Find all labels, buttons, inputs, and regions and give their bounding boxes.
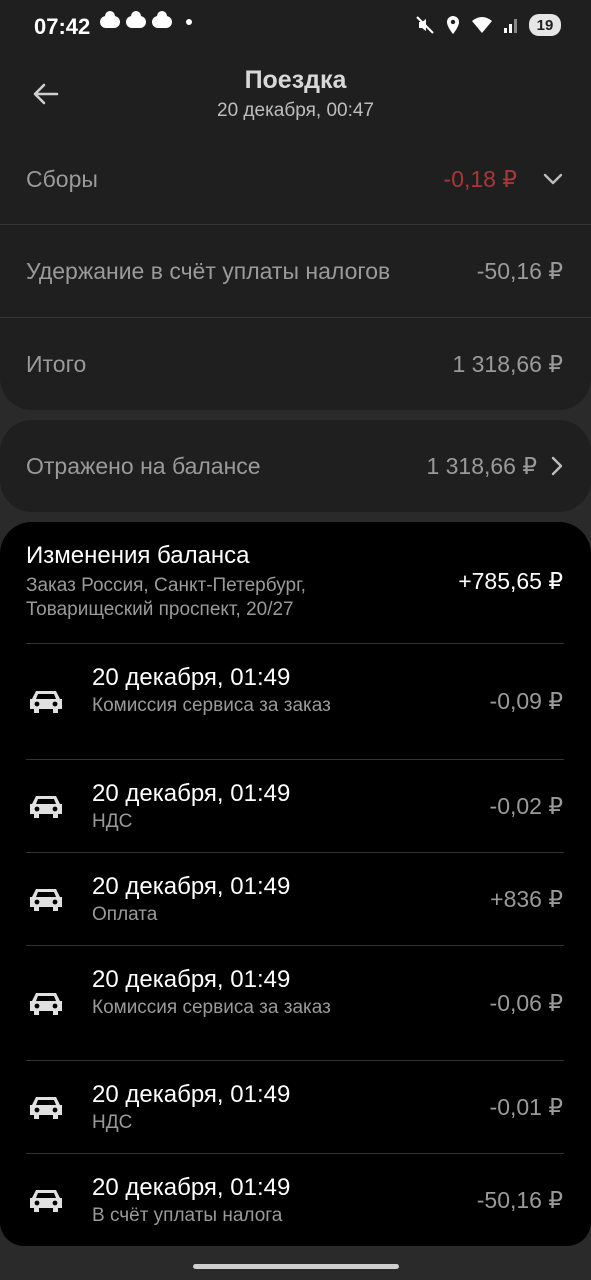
item-amount: +836 ₽ [490,886,563,912]
item-desc: Оплата [92,904,158,925]
item-amount: -0,09 ₽ [489,688,563,714]
item-date: 20 декабря, 01:49 [92,780,291,807]
taxi-car-icon [30,796,62,818]
header: Поездка 20 декабря, 00:47 [0,58,591,134]
item-desc: НДС [92,1112,133,1133]
status-weather-icons [100,11,192,28]
location-icon [447,16,459,34]
mute-icon [416,16,434,34]
wifi-icon [472,17,492,33]
signal-icon [504,19,517,33]
status-bar: 07:42 19 [0,0,591,58]
balance-changes-section: Изменения баланса Заказ Россия, Санкт-Пе… [0,522,591,1246]
fees-row[interactable]: Сборы -0,18 ₽ [0,134,591,224]
list-item[interactable]: 20 декабря, 01:49 В счёт уплаты налога -… [0,1154,591,1246]
item-desc: Комиссия сервиса за заказ [92,695,331,716]
list-item[interactable]: 20 декабря, 01:49 Оплата +836 ₽ [0,853,591,945]
fees-value: -0,18 ₽ [443,165,517,192]
order-address: Заказ Россия, Санкт-Петербург, Товарищес… [26,575,306,620]
page-title: Поездка [244,66,347,94]
balance-row[interactable]: Отражено на балансе 1 318,66 ₽ [0,420,591,512]
home-indicator[interactable] [193,1264,399,1269]
fees-label: Сборы [26,165,98,192]
summary-card: Сборы -0,18 ₽ Удержание в счёт уплаты на… [0,134,591,410]
status-time: 07:42 [34,14,91,39]
chevron-right-icon [551,456,563,476]
balance-value: 1 318,66 ₽ [426,452,537,479]
taxi-car-icon [30,691,62,713]
taxi-car-icon [30,889,62,911]
tax-hold-value: -50,16 ₽ [476,257,563,284]
list-item[interactable]: 20 декабря, 01:49 НДС -0,01 ₽ [0,1061,591,1153]
tax-hold-label: Удержание в счёт уплаты налогов [26,257,391,284]
total-label: Итого [26,350,87,377]
item-amount: -0,06 ₽ [489,990,563,1016]
cloud-sun-icon [126,11,146,28]
changes-title: Изменения баланса [26,542,250,569]
changes-total: +785,65 ₽ [458,568,563,594]
item-desc: НДС [92,811,133,832]
status-system-icons: 19 [415,14,561,36]
taxi-car-icon [30,993,62,1015]
balance-card[interactable]: Отражено на балансе 1 318,66 ₽ [0,420,591,512]
item-amount: -50,16 ₽ [476,1187,563,1213]
item-desc: В счёт уплаты налога [92,1205,283,1226]
list-item[interactable]: 20 декабря, 01:49 Комиссия сервиса за за… [0,644,591,759]
list-item[interactable]: 20 декабря, 01:49 НДС -0,02 ₽ [0,760,591,852]
total-row: Итого 1 318,66 ₽ [0,318,591,410]
item-desc: Комиссия сервиса за заказ [92,997,331,1018]
battery-icon: 19 [529,14,561,36]
total-value: 1 318,66 ₽ [452,350,563,377]
item-date: 20 декабря, 01:49 [92,873,291,900]
item-date: 20 декабря, 01:49 [92,966,291,993]
item-amount: -0,02 ₽ [489,793,563,819]
list-item[interactable]: 20 декабря, 01:49 Комиссия сервиса за за… [0,946,591,1060]
item-amount: -0,01 ₽ [489,1094,563,1120]
item-date: 20 декабря, 01:49 [92,664,291,691]
chevron-down-icon[interactable] [543,173,563,185]
item-date: 20 декабря, 01:49 [92,1174,291,1201]
cloud-icon [152,11,172,28]
tax-hold-row: Удержание в счёт уплаты налогов -50,16 ₽ [0,225,591,317]
cloud-icon [100,11,120,28]
page-subtitle: 20 декабря, 00:47 [217,100,374,121]
item-date: 20 декабря, 01:49 [92,1081,291,1108]
balance-label: Отражено на балансе [26,452,261,479]
taxi-car-icon [30,1190,62,1212]
taxi-car-icon [30,1097,62,1119]
notification-dot-icon [186,19,192,25]
